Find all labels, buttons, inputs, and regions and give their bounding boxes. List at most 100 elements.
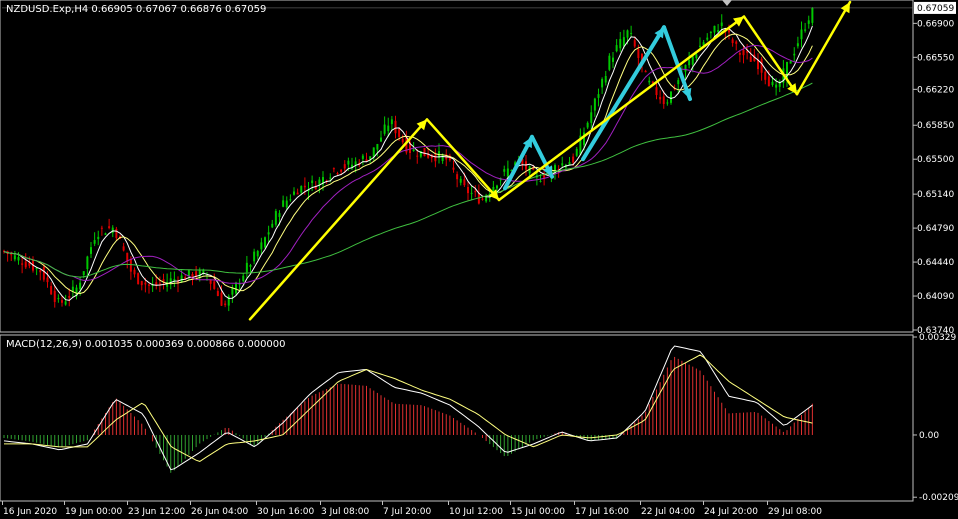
candle-body bbox=[274, 211, 277, 225]
candle-body bbox=[630, 32, 633, 34]
candle-body bbox=[434, 154, 437, 162]
candle-body bbox=[713, 25, 716, 33]
macd-y-tick-label: 0.00329 bbox=[919, 333, 956, 343]
candle-body bbox=[256, 251, 259, 257]
candle-body bbox=[720, 22, 723, 26]
price-y-tick-label: 0.66550 bbox=[917, 53, 954, 63]
candle-body bbox=[764, 71, 767, 80]
candle-body bbox=[108, 226, 111, 229]
candle-body bbox=[111, 227, 114, 233]
triangle-down-icon[interactable] bbox=[722, 0, 732, 6]
candle-body bbox=[17, 257, 20, 261]
candle-body bbox=[771, 81, 774, 85]
candle-body bbox=[318, 179, 321, 185]
candle-body bbox=[699, 45, 701, 48]
candle-body bbox=[666, 102, 669, 104]
candle-body bbox=[235, 282, 237, 294]
time-axis-tick-label: 3 Jul 08:00 bbox=[321, 507, 370, 517]
time-axis-tick-label: 16 Jun 2020 bbox=[3, 507, 57, 517]
candle-body bbox=[245, 262, 248, 272]
candle-body bbox=[86, 256, 89, 270]
candle-body bbox=[180, 275, 183, 282]
chart-window: 0.66900 0.66550 0.66220 0.65850 0.65500 0.651… bbox=[0, 0, 958, 519]
candle-body bbox=[97, 236, 100, 240]
candle-body bbox=[622, 37, 625, 47]
candle-body bbox=[39, 270, 42, 273]
time-axis-tick-label: 19 Jun 00:00 bbox=[65, 507, 122, 517]
candle-body bbox=[79, 282, 82, 290]
candle-body bbox=[586, 122, 589, 128]
candle-body bbox=[684, 64, 687, 72]
time-axis-tick-label: 22 Jul 04:00 bbox=[641, 507, 695, 517]
candle-body bbox=[264, 237, 266, 248]
candle-body bbox=[68, 295, 71, 298]
candle-body bbox=[644, 70, 647, 73]
candle-body bbox=[383, 124, 386, 134]
candle-body bbox=[24, 261, 27, 268]
candle-body bbox=[459, 178, 462, 183]
price-panel-frame bbox=[0, 0, 914, 333]
candle-body bbox=[800, 29, 803, 40]
candle-body bbox=[467, 187, 469, 194]
candle-body bbox=[401, 139, 404, 143]
candle-body bbox=[300, 186, 303, 193]
time-axis-tick-label: 29 Jul 08:00 bbox=[768, 507, 822, 517]
candle-body bbox=[633, 40, 636, 47]
candle-body bbox=[271, 223, 274, 228]
candle-body bbox=[615, 45, 618, 52]
current-price-marker: 0.67059 bbox=[914, 1, 956, 14]
candle-body bbox=[767, 76, 770, 87]
candle-body bbox=[706, 37, 709, 40]
candle-body bbox=[793, 53, 796, 56]
candle-body bbox=[572, 156, 575, 163]
candle-body bbox=[804, 29, 807, 31]
candle-body bbox=[82, 271, 85, 275]
candle-body bbox=[13, 255, 16, 260]
candle-body bbox=[659, 96, 662, 100]
candle-body bbox=[789, 60, 792, 64]
candle-body bbox=[394, 120, 397, 134]
candle-body bbox=[612, 57, 614, 62]
candle-body bbox=[340, 169, 343, 172]
candle-body bbox=[619, 38, 622, 49]
candle-body bbox=[637, 48, 640, 58]
ma-fast-line bbox=[3, 25, 813, 301]
time-axis-tick-label: 30 Jun 16:00 bbox=[257, 507, 314, 517]
candle-body bbox=[231, 288, 234, 295]
time-axis-tick-label: 7 Jul 20:00 bbox=[383, 507, 432, 517]
time-axis-tick-label: 10 Jul 12:00 bbox=[449, 507, 503, 517]
candle-body bbox=[608, 55, 611, 70]
candle-body bbox=[539, 180, 542, 182]
candle-body bbox=[10, 254, 13, 256]
candle-body bbox=[42, 266, 45, 280]
candle-body bbox=[293, 191, 295, 195]
time-axis-tick-label: 15 Jul 00:00 bbox=[511, 507, 565, 517]
candle-body bbox=[249, 264, 252, 267]
price-y-tick-label: 0.66220 bbox=[917, 85, 954, 95]
candle-body bbox=[593, 98, 596, 111]
candle-body bbox=[677, 80, 680, 85]
candle-body bbox=[148, 284, 150, 286]
candle-body bbox=[691, 56, 694, 65]
candle-body bbox=[568, 162, 571, 165]
candle-body bbox=[380, 137, 382, 142]
time-axis-tick-label: 17 Jul 16:00 bbox=[575, 507, 629, 517]
candle-body bbox=[289, 199, 292, 201]
candle-body bbox=[361, 155, 364, 159]
time-axis-tick-label: 26 Jun 04:00 bbox=[191, 507, 248, 517]
candle-body bbox=[213, 281, 216, 289]
candle-body bbox=[452, 167, 455, 170]
candle-body bbox=[329, 177, 332, 179]
candle-body bbox=[209, 279, 212, 284]
candle-body bbox=[140, 281, 143, 286]
candle-body bbox=[760, 58, 763, 73]
candle-body bbox=[21, 263, 24, 265]
price-y-tick-label: 0.65850 bbox=[917, 121, 954, 131]
candle-body bbox=[137, 273, 140, 285]
candle-body bbox=[144, 282, 147, 285]
macd-panel-frame bbox=[0, 334, 914, 502]
candle-body bbox=[53, 290, 56, 302]
candle-body bbox=[456, 174, 459, 180]
yellow-arrow bbox=[497, 15, 746, 202]
candle-body bbox=[278, 213, 281, 217]
